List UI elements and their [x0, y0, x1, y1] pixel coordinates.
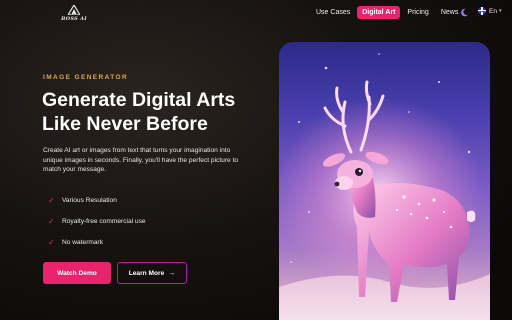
feature-label: Royalty-free commercial use: [62, 218, 146, 225]
uk-flag-icon: [478, 7, 486, 15]
feature-item: ✓ Royalty-free commercial use: [48, 211, 146, 232]
learn-more-button[interactable]: Learn More →: [117, 262, 187, 284]
watch-demo-button[interactable]: Watch Demo: [43, 262, 111, 284]
chevron-down-icon: ▾: [498, 8, 502, 14]
check-icon: ✓: [48, 196, 55, 205]
moon-icon[interactable]: [460, 8, 469, 17]
feature-label: Various Resulation: [62, 197, 117, 204]
feature-item: ✓ No watermark: [48, 232, 146, 253]
feature-label: No watermark: [62, 239, 104, 246]
hero-description: Create AI art or images from text that t…: [43, 147, 239, 173]
deer-illustration: [279, 53, 490, 320]
learn-more-label: Learn More: [128, 269, 165, 277]
nav-links: Use Cases Digital Art Pricing News: [311, 6, 465, 19]
nav-item-use-cases[interactable]: Use Cases: [311, 6, 355, 19]
generated-art-image: [279, 42, 490, 320]
brand-logo[interactable]: BOSS AI: [58, 5, 90, 23]
logo-triangle-icon: [68, 5, 80, 15]
check-icon: ✓: [48, 217, 55, 226]
arrow-right-icon: →: [168, 269, 176, 277]
hero-eyebrow: IMAGE GENERATOR: [43, 74, 129, 81]
top-nav: BOSS AI Use Cases Digital Art Pricing Ne…: [0, 0, 512, 27]
hero-title-line-2: Like Never Before: [42, 113, 208, 135]
nav-item-pricing[interactable]: Pricing: [402, 6, 433, 19]
feature-item: ✓ Various Resulation: [48, 190, 146, 211]
nav-item-digital-art[interactable]: Digital Art: [357, 6, 401, 19]
feature-list: ✓ Various Resulation ✓ Royalty-free comm…: [48, 190, 146, 253]
hero-title-line-1: Generate Digital Arts: [42, 89, 236, 111]
logo-text: BOSS AI: [61, 16, 87, 22]
hero-title: Generate Digital Arts Like Never Before: [42, 88, 282, 136]
language-selector[interactable]: En ▾: [478, 7, 501, 15]
check-icon: ✓: [48, 238, 55, 247]
language-label: En: [489, 7, 497, 15]
